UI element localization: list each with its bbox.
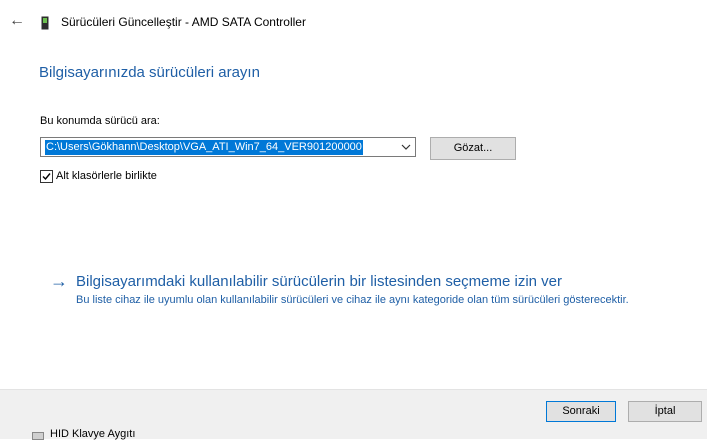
search-location-label: Bu konumda sürücü ara: <box>40 115 160 127</box>
pick-from-list-link[interactable]: Bilgisayarımdaki kullanılabilir sürücüle… <box>76 273 562 290</box>
device-icon <box>41 16 49 30</box>
title-bar: ← Sürücüleri Güncelleştir - AMD SATA Con… <box>0 0 707 44</box>
page-heading: Bilgisayarınızda sürücüleri arayın <box>39 64 260 81</box>
checkmark-icon <box>42 173 51 181</box>
next-button[interactable]: Sonraki <box>546 401 616 422</box>
include-subfolders-label[interactable]: Alt klasörlerle birlikte <box>56 170 157 182</box>
cancel-button[interactable]: İptal <box>628 401 702 422</box>
driver-path-combobox[interactable]: C:\Users\Gökhann\Desktop\VGA_ATI_Win7_64… <box>40 137 416 157</box>
window-title: Sürücüleri Güncelleştir - AMD SATA Contr… <box>61 15 306 29</box>
chevron-down-icon[interactable] <box>400 140 412 154</box>
back-arrow-icon[interactable]: ← <box>9 12 25 30</box>
keyboard-icon <box>32 432 44 440</box>
pick-from-list-description: Bu liste cihaz ile uyumlu olan kullanıla… <box>76 294 629 306</box>
right-arrow-icon[interactable]: → <box>50 271 68 291</box>
background-device-item: HID Klavye Aygıtı <box>50 428 136 440</box>
driver-path-value[interactable]: C:\Users\Gökhann\Desktop\VGA_ATI_Win7_64… <box>45 140 363 155</box>
browse-button[interactable]: Gözat... <box>430 137 516 160</box>
include-subfolders-checkbox[interactable] <box>40 170 53 183</box>
